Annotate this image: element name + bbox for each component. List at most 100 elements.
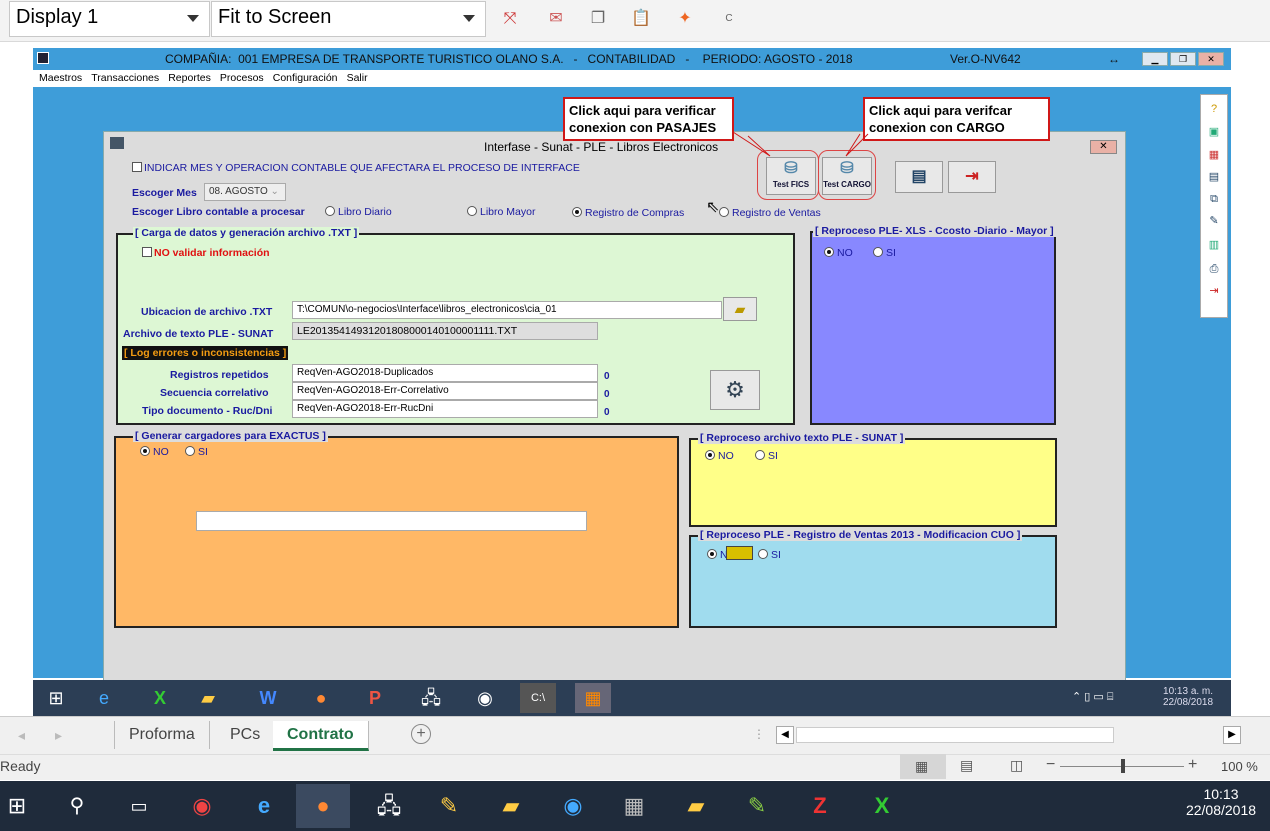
dialog-close-button[interactable]: ✕ bbox=[1090, 140, 1117, 154]
exit-icon[interactable]: ⇥ bbox=[1204, 282, 1224, 300]
help-icon[interactable]: ? bbox=[1204, 100, 1224, 118]
close-button[interactable]: ✕ bbox=[1198, 52, 1224, 66]
disconnect-icon[interactable]: ✉ bbox=[545, 8, 567, 30]
sheet-tab-pcs[interactable]: PCs bbox=[216, 721, 276, 749]
chevron-down-icon bbox=[463, 15, 475, 22]
scroll-left-button[interactable]: ◀ bbox=[776, 726, 794, 744]
checkbox-box bbox=[142, 247, 152, 257]
exit-dialog-button[interactable]: ⇥ bbox=[948, 161, 996, 193]
search-icon[interactable]: ⚲ bbox=[50, 784, 104, 828]
mes-select[interactable]: 08. AGOSTO ⌄ bbox=[204, 183, 286, 201]
exactus-radio-si[interactable]: SI bbox=[185, 446, 208, 458]
menu-salir[interactable]: Salir bbox=[347, 70, 368, 87]
radio-libro-mayor[interactable]: Libro Mayor bbox=[467, 206, 535, 218]
page-layout-icon[interactable]: ▤ bbox=[960, 757, 973, 774]
edit-icon[interactable]: ✎ bbox=[1204, 212, 1224, 230]
sheet-next-icon[interactable]: ▸ bbox=[55, 727, 62, 744]
menu-maestros[interactable]: Maestros bbox=[39, 70, 82, 87]
zoom-slider-thumb[interactable] bbox=[1121, 759, 1125, 773]
clock[interactable]: 10:13 22/08/2018 bbox=[1176, 786, 1266, 818]
exactus-radio-no[interactable]: NO bbox=[140, 446, 169, 458]
display-select[interactable]: Display 1 bbox=[9, 1, 210, 37]
print-icon[interactable]: ⎙ bbox=[1204, 260, 1224, 278]
grid-icon[interactable]: ▦ bbox=[1204, 146, 1224, 164]
fullscreen-icon[interactable]: ⤧ bbox=[499, 8, 521, 30]
ventas-radio-si[interactable]: SI bbox=[758, 549, 781, 561]
xls-radio-no[interactable]: NO bbox=[824, 247, 853, 259]
windows-logo-icon[interactable]: ✦ bbox=[674, 8, 696, 30]
secuencia-correlativo-field[interactable]: ReqVen-AGO2018-Err-Correlativo bbox=[292, 382, 598, 400]
folder-button[interactable]: ▰ bbox=[723, 297, 757, 321]
sheet-tab-proforma[interactable]: Proforma bbox=[114, 721, 210, 749]
zoom-out-button[interactable]: − bbox=[1046, 756, 1055, 774]
image-icon[interactable]: ▰ bbox=[484, 784, 538, 828]
minimize-button[interactable]: ▁ bbox=[1142, 52, 1168, 66]
clock-date: 22/08/2018 bbox=[1185, 802, 1257, 818]
word-icon[interactable]: W bbox=[250, 683, 286, 713]
scroll-right-button[interactable]: ▶ bbox=[1223, 726, 1241, 744]
paste-icon[interactable]: 📋 bbox=[630, 8, 652, 30]
firefox-icon[interactable]: ● bbox=[296, 784, 350, 828]
folder-icon[interactable]: ▰ bbox=[669, 784, 723, 828]
radio-registro-compras[interactable]: Registro de Compras bbox=[572, 207, 684, 219]
ubicacion-input[interactable]: T:\COMUN\o-negocios\Interface\libros_ele… bbox=[292, 301, 722, 319]
tools-icon[interactable]: ✎ bbox=[422, 784, 476, 828]
normal-view-button[interactable]: ▦ bbox=[900, 754, 946, 779]
radio-libro-diario[interactable]: Libro Diario bbox=[325, 206, 392, 218]
menu-reportes[interactable]: Reportes bbox=[168, 70, 211, 87]
txt-radio-no[interactable]: NO bbox=[705, 450, 734, 462]
radio-label: SI bbox=[768, 450, 778, 462]
powerpoint-icon[interactable]: P bbox=[357, 683, 393, 713]
monitor-icon[interactable]: ▣ bbox=[1204, 123, 1224, 141]
dialog-title: Interfase - Sunat - PLE - Libros Electro… bbox=[484, 140, 719, 154]
ctrl-alt-del-icon[interactable]: C bbox=[718, 8, 740, 30]
restore-button[interactable]: ❐ bbox=[1170, 52, 1196, 66]
indicar-checkbox[interactable]: INDICAR MES Y OPERACION CONTABLE QUE AFE… bbox=[132, 162, 580, 174]
explorer-icon[interactable]: ▰ bbox=[190, 683, 226, 713]
ie-icon[interactable]: e bbox=[86, 683, 122, 713]
firefox-icon[interactable]: ● bbox=[303, 683, 339, 713]
copy-icon[interactable]: ❐ bbox=[587, 8, 609, 30]
zoom-in-button[interactable]: + bbox=[1188, 756, 1197, 774]
no-validar-checkbox[interactable]: NO validar información bbox=[142, 247, 270, 259]
txt-radio-si[interactable]: SI bbox=[755, 450, 778, 462]
folder-icon bbox=[726, 546, 753, 560]
add-sheet-icon[interactable]: + bbox=[411, 724, 431, 744]
tipo-documento-field[interactable]: ReqVen-AGO2018-Err-RucDni bbox=[292, 400, 598, 418]
cmd-icon[interactable]: C:\ bbox=[520, 683, 556, 713]
exactus-title: [ Generar cargadores para EXACTUS ] bbox=[133, 430, 328, 442]
remote-start-icon[interactable]: ⊞ bbox=[38, 683, 74, 713]
calculator-icon[interactable]: ▥ bbox=[1204, 236, 1224, 254]
chrome-icon[interactable]: ◉ bbox=[175, 784, 229, 828]
sheet-tab-contrato[interactable]: Contrato bbox=[273, 721, 369, 751]
menu-procesos[interactable]: Procesos bbox=[220, 70, 264, 87]
registros-repetidos-field[interactable]: ReqVen-AGO2018-Duplicados bbox=[292, 364, 598, 382]
secuencia-correlativo-count: 0 bbox=[604, 389, 610, 400]
xls-radio-si[interactable]: SI bbox=[873, 247, 896, 259]
table-icon[interactable]: ▤ bbox=[1204, 168, 1224, 186]
windows-start-icon[interactable]: ⊞ bbox=[0, 784, 44, 828]
task-view-icon[interactable]: ▭ bbox=[112, 784, 166, 828]
menu-transacciones[interactable]: Transacciones bbox=[91, 70, 159, 87]
menu-configuracion[interactable]: Configuración bbox=[273, 70, 338, 87]
teamviewer-icon[interactable]: ◉ bbox=[546, 784, 600, 828]
network-icon[interactable]: 🖧 bbox=[413, 683, 449, 713]
notepad-icon[interactable]: ✎ bbox=[730, 784, 784, 828]
zoom-select[interactable]: Fit to Screen bbox=[211, 1, 486, 37]
calculator-icon[interactable]: ▦ bbox=[607, 784, 661, 828]
process-button[interactable]: ⚙ bbox=[710, 370, 760, 410]
report-button[interactable]: ▤ bbox=[895, 161, 943, 193]
teamviewer-icon[interactable]: ◉ bbox=[467, 683, 503, 713]
ie-icon[interactable]: e bbox=[237, 784, 291, 828]
excel-icon[interactable]: X bbox=[855, 784, 909, 828]
page-break-icon[interactable]: ◫ bbox=[1010, 757, 1023, 774]
filezilla-icon[interactable]: Z bbox=[793, 784, 847, 828]
sheet-prev-icon[interactable]: ◂ bbox=[18, 727, 25, 744]
network-icon[interactable]: 🖧 bbox=[362, 784, 416, 828]
windows-icon[interactable]: ⧉ bbox=[1204, 190, 1224, 208]
reproceso-ventas-title: [ Reproceso PLE - Registro de Ventas 201… bbox=[698, 529, 1023, 541]
radio-registro-ventas[interactable]: Registro de Ventas bbox=[719, 207, 821, 219]
excel-icon[interactable]: X bbox=[142, 683, 178, 713]
horizontal-scrollbar-thumb[interactable] bbox=[796, 727, 1114, 743]
foxpro-icon[interactable]: ▦ bbox=[575, 683, 611, 713]
